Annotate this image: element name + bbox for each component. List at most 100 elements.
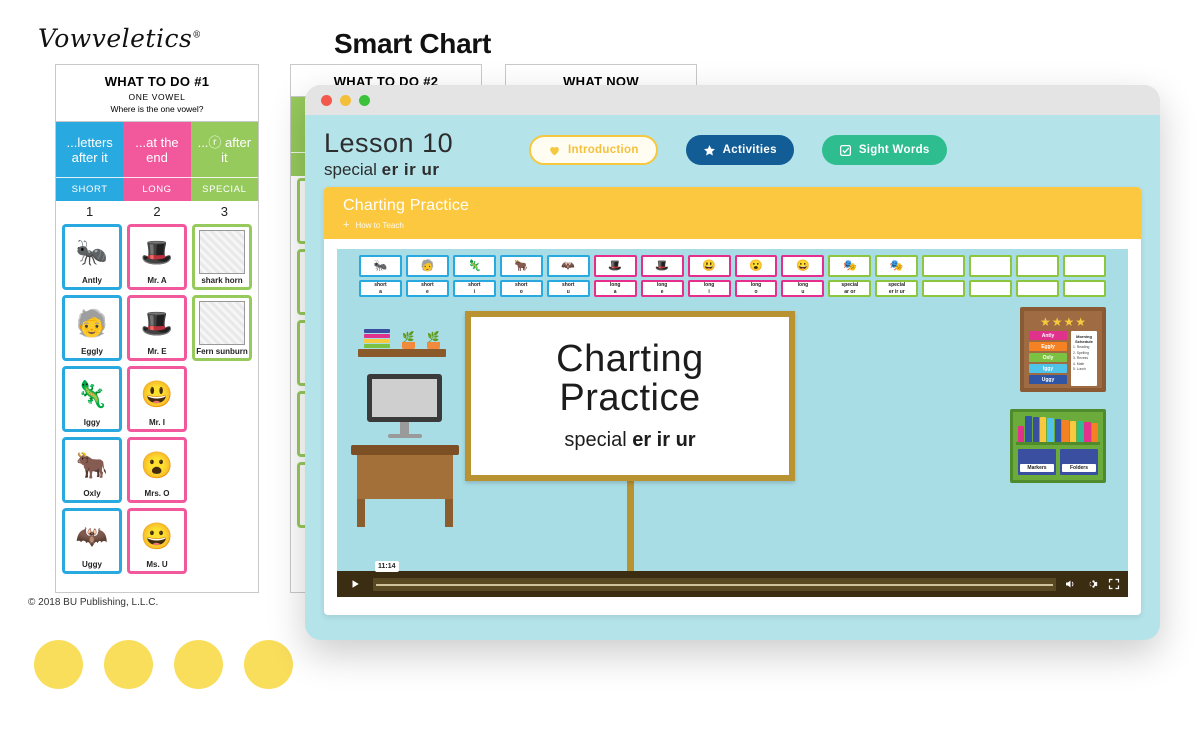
bookshelf-book	[1091, 423, 1098, 442]
sheet-title: WHAT TO DO #1	[104, 74, 210, 89]
lesson-titles: Lesson 10 special er ir ur	[324, 129, 529, 180]
character-card-label: Mr. E	[147, 347, 167, 356]
app-window: Lesson 10 special er ir ur Introduction	[305, 85, 1160, 640]
tab-sight-words[interactable]: Sight Words	[821, 135, 947, 165]
card-row: 🦇 Uggy 😀 Ms. U	[62, 508, 252, 574]
card-strip-bottom-row: short a short e short i short o short u long a long e…	[359, 277, 1106, 297]
character-card: 🎩 Mr. E	[127, 295, 187, 361]
name-tags: Antly Eggly Oxly Iggy Uggy	[1029, 331, 1067, 386]
tab-introduction[interactable]: Introduction	[529, 135, 658, 165]
strip-card-label: short i	[468, 282, 481, 295]
fullscreen-icon[interactable]	[1108, 578, 1120, 590]
strip-card-label-cell	[922, 280, 966, 297]
carousel-dot[interactable]	[34, 640, 83, 689]
strip-card: 😃	[687, 255, 731, 277]
gear-icon[interactable]	[1086, 578, 1098, 590]
card-row: 🦎 Iggy 😃 Mr. I	[62, 366, 252, 432]
strip-card-icon: 🦎	[467, 259, 482, 272]
lesson-title: Lesson 10	[324, 128, 454, 158]
section-title: Charting Practice	[343, 197, 470, 214]
strip-card-label: short e	[421, 282, 434, 295]
character-card-label: Eggly	[81, 347, 103, 356]
character-card-label: shark horn	[201, 276, 243, 285]
window-titlebar	[305, 85, 1160, 115]
character-art-icon: 🐜	[75, 237, 109, 267]
morning-schedule: Morning Schedule 1. Reading 2. Spelling 3.…	[1071, 331, 1097, 386]
close-icon[interactable]	[321, 94, 332, 106]
schedule-item: 3. Recess	[1073, 356, 1089, 361]
strip-card-label: long i	[703, 282, 715, 295]
bin-label: Folders	[1062, 464, 1096, 472]
storage-bin: Markers	[1018, 449, 1056, 475]
how-to-teach-toggle[interactable]: + How to Teach	[343, 220, 1122, 231]
character-card	[192, 508, 252, 574]
character-card: 🐜 Antly	[62, 224, 122, 290]
strip-card-label: short o	[515, 282, 528, 295]
character-art-icon: 🦎	[75, 379, 109, 409]
strip-card-label	[1018, 282, 1057, 295]
strip-card: 🐂	[499, 255, 543, 277]
star-icon: ★	[1039, 315, 1051, 329]
star-icon: ★	[1051, 315, 1063, 329]
play-button[interactable]	[345, 576, 365, 592]
strip-card-label	[1065, 282, 1104, 295]
bookshelf-book	[1018, 425, 1025, 442]
shelf-book	[364, 334, 390, 338]
schedule-item: 1. Reading	[1073, 345, 1090, 350]
card-row: 🐜 Antly 🎩 Mr. A shark horn	[62, 224, 252, 290]
star-icon	[703, 144, 716, 157]
strip-card-label-cell: long a	[593, 280, 637, 297]
strip-card-label-cell: special er ir ur	[875, 280, 919, 297]
video-outer: 🐜 🧓 🦎 🐂 🦇 🎩 🎩 😃 😮 😀 🎭 🎭 short a short e short i short o sho…	[324, 239, 1141, 610]
tab-activities[interactable]: Activities	[685, 135, 794, 165]
minimize-icon[interactable]	[340, 94, 351, 106]
carousel-dot[interactable]	[104, 640, 153, 689]
strip-card-icon: 🐂	[514, 259, 529, 272]
character-card: 🧓 Eggly	[62, 295, 122, 361]
plant-icon: 🌿	[402, 333, 415, 349]
card-strip-top-row: 🐜 🧓 🦎 🐂 🦇 🎩 🎩 😃 😮 😀 🎭 🎭	[359, 255, 1106, 277]
video-timeline[interactable]: 11:14	[373, 560, 1056, 591]
character-card-label: Mr. I	[148, 418, 165, 427]
whiteboard-sub-bold: er ir ur	[632, 429, 696, 452]
strip-card-label-cell: long i	[687, 280, 731, 297]
whiteboard-subtitle: special er ir ur	[564, 429, 695, 452]
character-card-label: Uggy	[82, 560, 102, 569]
character-card: 🦎 Iggy	[62, 366, 122, 432]
strip-card: 🦇	[546, 255, 590, 277]
character-card: 😃 Mr. I	[127, 366, 187, 432]
strip-card	[969, 255, 1013, 277]
carousel-dot[interactable]	[244, 640, 293, 689]
character-card	[192, 366, 252, 432]
character-art-icon: 🧓	[75, 308, 109, 338]
strip-card-label-cell: long u	[781, 280, 825, 297]
maximize-icon[interactable]	[359, 94, 370, 106]
plus-icon: +	[343, 219, 350, 231]
strip-card-icon	[1066, 258, 1103, 274]
name-tag: Antly	[1029, 331, 1067, 340]
corkboard: ★ ★ ★ ★ Antly Eggly Oxly Iggy Uggy Morning Sche…	[1020, 307, 1106, 392]
strip-card-icon: 🎩	[608, 259, 622, 272]
carousel-dots[interactable]	[34, 640, 293, 689]
category-cell: ...letters after it	[56, 122, 124, 177]
carousel-dot[interactable]	[174, 640, 223, 689]
strip-card-label: long e	[656, 282, 668, 295]
video-player[interactable]: 🐜 🧓 🦎 🐂 🦇 🎩 🎩 😃 😮 😀 🎭 🎭 short a short e short i short o sho…	[337, 249, 1128, 597]
bookshelf-book	[1084, 422, 1091, 442]
brand-logo: Vowveletics®	[38, 24, 202, 53]
strip-card-icon: 🧓	[420, 259, 435, 272]
volume-icon[interactable]	[1064, 578, 1076, 590]
heart-icon	[548, 144, 561, 157]
strip-card-label: special ar or	[841, 282, 859, 295]
strip-card: 🎩	[640, 255, 684, 277]
character-card-label: Mr. A	[147, 276, 167, 285]
name-tag: Oxly	[1029, 353, 1067, 362]
strip-card-label-cell: short a	[359, 280, 402, 297]
card-row: 🧓 Eggly 🎩 Mr. E Fern sunburn	[62, 295, 252, 361]
character-card-label: Ms. U	[146, 560, 168, 569]
copyright-text: © 2018 BU Publishing, L.L.C.	[28, 597, 159, 608]
strip-card-icon: 🎭	[842, 259, 857, 272]
character-card: 😮 Mrs. O	[127, 437, 187, 503]
strip-card: 🧓	[405, 255, 449, 277]
strip-card-icon: 😀	[796, 259, 810, 272]
